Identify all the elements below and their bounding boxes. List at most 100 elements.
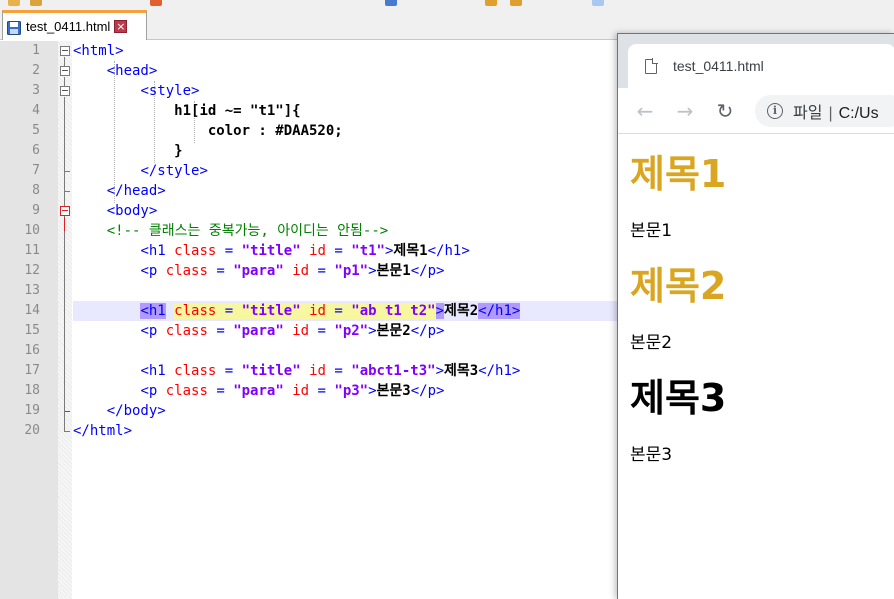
line-number-gutter: 1 2 3 4 5 6 7 8 9 10 11 12 13 14 15 16 1… — [0, 41, 58, 599]
attr-token: id — [309, 363, 326, 379]
tag-token: <body> — [106, 203, 158, 219]
info-icon[interactable]: i — [767, 103, 783, 119]
zoom-icon[interactable] — [385, 0, 397, 6]
line-number: 20 — [24, 423, 40, 438]
tag-token: </p> — [410, 263, 445, 279]
line-number: 6 — [32, 143, 40, 158]
attr-token: id — [309, 243, 326, 259]
tag-token: > — [368, 263, 377, 279]
line-number: 14 — [24, 303, 40, 318]
value-token: "p1" — [334, 263, 369, 279]
line-number: 16 — [24, 343, 40, 358]
address-bar[interactable]: i 파일 | C:/Us — [755, 95, 894, 127]
find-icon[interactable] — [150, 0, 162, 6]
fold-html-icon[interactable] — [60, 46, 70, 56]
tag-token: <style> — [140, 83, 200, 99]
value-token: "t1" — [351, 243, 385, 259]
attr-token: id — [292, 383, 310, 399]
tag-token: </h1> — [427, 243, 470, 259]
browser-window: test_0411.html ← → ↻ i 파일 | C:/Us 제목1 본문1 … — [617, 33, 894, 599]
attr-token: class — [165, 383, 208, 399]
fold-end — [64, 191, 70, 192]
value-token: "p3" — [334, 383, 369, 399]
tab-test-0411[interactable]: test_0411.html × — [2, 10, 147, 40]
line-number: 4 — [32, 103, 40, 118]
reload-icon[interactable]: ↻ — [712, 98, 738, 124]
heading-title-2: 제목2 — [630, 264, 727, 308]
sync-icon[interactable] — [592, 0, 604, 6]
text-token: 제목1 — [393, 243, 428, 259]
tag-token: </p> — [410, 383, 445, 399]
address-text: 파일 | C:/Us — [793, 99, 879, 123]
text-token: 제목3 — [444, 363, 479, 379]
browser-tab-title: test_0411.html — [673, 58, 764, 74]
fold-body-icon[interactable] — [60, 206, 70, 216]
fold-end — [64, 171, 70, 172]
heading-title-3: 제목3 — [630, 376, 727, 420]
document-icon — [645, 57, 658, 74]
attr-token: class — [174, 243, 217, 259]
eq-token: = — [317, 263, 326, 279]
fold-line — [64, 77, 65, 86]
tag-token-matched: </h1> — [478, 303, 521, 319]
line-number: 7 — [32, 163, 40, 178]
comment-token: <!-- 클래스는 중복가능, 아이디는 안됨--> — [106, 223, 389, 239]
tag-token: </h1> — [478, 363, 521, 379]
new-file-icon[interactable] — [8, 0, 20, 6]
eq-token: = — [224, 243, 234, 259]
tag-token: <h1 — [140, 243, 166, 259]
browser-toolbar: ← → ↻ i 파일 | C:/Us — [618, 88, 894, 134]
line-number: 12 — [24, 263, 40, 278]
address-separator: | — [828, 105, 833, 122]
address-url: C:/Us — [838, 105, 879, 122]
line-number: 5 — [32, 123, 40, 138]
close-tab-icon[interactable]: × — [114, 20, 128, 33]
fold-head-icon[interactable] — [60, 66, 70, 76]
tag-token: </head> — [106, 183, 166, 199]
tag-token: > — [435, 363, 444, 379]
line-number: 8 — [32, 183, 40, 198]
value-token: "title" — [241, 303, 301, 319]
line-number: 19 — [24, 403, 40, 418]
text-token: 제목2 — [444, 303, 479, 319]
line-numbers: 1 2 3 4 5 6 7 8 9 10 11 12 13 14 15 16 1… — [0, 41, 40, 441]
paragraph-2: 본문2 — [630, 333, 673, 353]
saved-file-icon — [7, 20, 21, 35]
fold-style-icon[interactable] — [60, 86, 70, 96]
css-brace: } — [174, 143, 183, 159]
page-content: 제목1 본문1 제목2 본문2 제목3 본문3 — [618, 135, 894, 599]
macro-icon[interactable] — [485, 0, 497, 6]
forward-icon[interactable]: → — [672, 98, 698, 124]
tag-token: </p> — [410, 323, 445, 339]
eq-token: = — [317, 383, 326, 399]
line-number: 13 — [24, 283, 40, 298]
back-icon[interactable]: ← — [632, 98, 658, 124]
fold-margin — [58, 41, 72, 599]
browser-tab[interactable]: test_0411.html — [628, 44, 894, 88]
css-selector: h1[id ~= "t1"]{ — [174, 103, 301, 119]
attr-token: class — [174, 303, 217, 319]
value-token: "title" — [241, 243, 301, 259]
text-token: 본문2 — [376, 323, 411, 339]
tag-token: <h1 — [140, 363, 166, 379]
line-number: 17 — [24, 363, 40, 378]
eq-token: = — [224, 303, 234, 319]
line-number: 15 — [24, 323, 40, 338]
address-prefix: 파일 — [793, 105, 823, 122]
tag-token: <p — [140, 383, 158, 399]
heading-title-1: 제목1 — [630, 152, 727, 196]
tag-token-matched: <h1 — [140, 303, 166, 319]
open-file-icon[interactable] — [30, 0, 42, 6]
value-token: "title" — [241, 363, 301, 379]
line-number: 1 — [32, 43, 40, 58]
text-token: 본문1 — [376, 263, 411, 279]
eq-token: = — [334, 303, 343, 319]
macro-play-icon[interactable] — [510, 0, 522, 6]
eq-token: = — [216, 383, 225, 399]
attr-token: id — [309, 303, 326, 319]
tag-token: > — [368, 323, 377, 339]
editor-toolbar — [0, 0, 894, 8]
eq-token: = — [317, 323, 326, 339]
tag-token-matched: > — [435, 303, 444, 319]
line-number: 11 — [24, 243, 40, 258]
